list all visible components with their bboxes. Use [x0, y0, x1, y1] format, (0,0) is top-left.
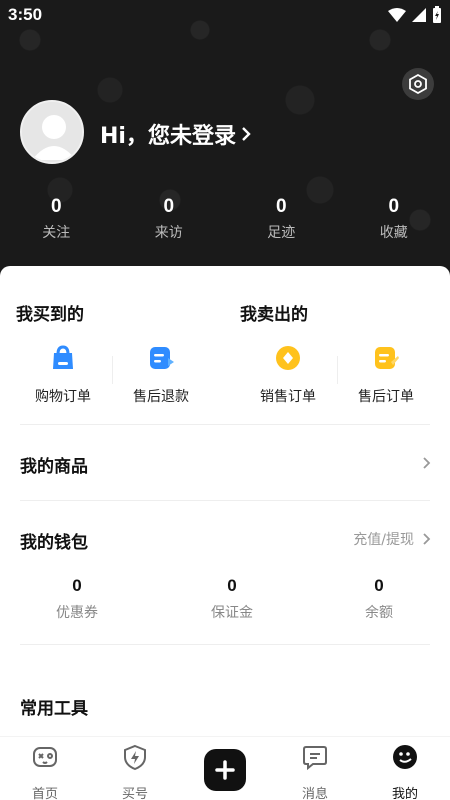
stat-favorites[interactable]: 0 收藏	[338, 196, 450, 242]
shield-bolt-icon	[124, 744, 146, 771]
after-sale-orders-label: 售后订单	[358, 389, 414, 405]
login-prompt[interactable]: Hi，您未登录	[100, 118, 252, 150]
chevron-right-icon	[423, 457, 431, 469]
trade-items: 购物订单 售后退款 销售订单 售后订单	[0, 344, 450, 414]
nav-label: 买号	[121, 787, 148, 800]
chevron-right-icon	[242, 127, 251, 141]
shopping-orders-button[interactable]: 购物订单	[13, 344, 113, 406]
refund-button[interactable]: 售后退款	[111, 344, 211, 406]
balance-stat[interactable]: 0 余额	[329, 576, 429, 622]
sales-orders-button[interactable]: 销售订单	[238, 344, 338, 406]
my-goods-title: 我的商品	[20, 457, 88, 477]
stat-footprints[interactable]: 0 足迹	[225, 196, 338, 242]
main-card: 我买到的 我卖出的 购物订单 售后退款 销售订单 售后订单 我的商品 我的钱包 …	[0, 266, 450, 736]
stat-value: 0	[388, 196, 400, 217]
smile-face-icon	[393, 745, 417, 769]
profile-header: 3:50 Hi，您未登录 0 关注 0 来访 0 足迹 0 收藏	[0, 0, 450, 290]
deposit-stat[interactable]: 0 保证金	[182, 576, 282, 622]
shopping-bag-icon	[53, 345, 73, 369]
stat-label: 收藏	[379, 225, 408, 241]
chevron-right-icon	[423, 533, 431, 545]
coupons-value: 0	[72, 576, 82, 595]
stat-label: 足迹	[267, 225, 296, 241]
plus-icon	[215, 760, 235, 780]
tools-title: 常用工具	[20, 699, 88, 719]
shopping-orders-label: 购物订单	[35, 389, 91, 405]
divider	[20, 424, 430, 425]
coupons-stat[interactable]: 0 优惠券	[27, 576, 127, 622]
bought-title: 我买到的	[16, 305, 84, 325]
chat-icon	[303, 746, 327, 771]
settings-icon	[409, 74, 427, 94]
after-sale-doc-icon	[375, 347, 399, 369]
refund-doc-icon	[150, 347, 174, 369]
nav-messages[interactable]: 消息	[275, 743, 355, 800]
profile-stats: 0 关注 0 来访 0 足迹 0 收藏	[0, 196, 450, 242]
status-bar: 3:50	[0, 0, 450, 32]
login-prompt-label: Hi，您未登录	[100, 124, 236, 149]
wallet-title: 我的钱包	[20, 533, 88, 553]
stat-value: 0	[50, 196, 62, 217]
recharge-withdraw-label: 充值/提现	[353, 532, 414, 548]
balance-value: 0	[374, 576, 384, 595]
status-icons	[388, 6, 442, 24]
default-avatar-icon	[22, 102, 82, 162]
settings-button[interactable]	[402, 68, 434, 100]
coin-icon	[276, 346, 300, 370]
stat-visitors[interactable]: 0 来访	[113, 196, 226, 242]
publish-button[interactable]	[204, 749, 246, 791]
nav-label: 消息	[301, 787, 328, 800]
status-time: 3:50	[8, 5, 43, 24]
stat-value: 0	[163, 196, 175, 217]
nav-home[interactable]: 首页	[5, 743, 85, 800]
deposit-value: 0	[227, 576, 237, 595]
game-controller-icon	[33, 747, 57, 767]
signal-icon	[412, 8, 426, 22]
stat-label: 关注	[42, 225, 71, 241]
refund-label: 售后退款	[133, 389, 189, 405]
stat-following[interactable]: 0 关注	[0, 196, 113, 242]
divider	[20, 644, 430, 645]
avatar[interactable]	[20, 100, 84, 164]
my-goods-row[interactable]: 我的商品	[0, 436, 450, 492]
stat-label: 来访	[154, 225, 183, 241]
recharge-withdraw-link[interactable]: 充值/提现	[353, 529, 432, 549]
nav-label: 我的	[391, 787, 418, 800]
nav-label: 首页	[31, 787, 58, 800]
sold-title: 我卖出的	[240, 305, 308, 325]
divider	[20, 500, 430, 501]
nav-mine[interactable]: 我的	[365, 743, 445, 800]
sales-orders-label: 销售订单	[260, 389, 316, 405]
wifi-icon	[388, 8, 406, 22]
stat-value: 0	[275, 196, 287, 217]
nav-buy[interactable]: 买号	[95, 743, 175, 800]
bottom-nav: 首页 买号 消息 我的	[0, 736, 450, 800]
deposit-label: 保证金	[211, 605, 253, 621]
battery-icon	[433, 6, 441, 23]
coupons-label: 优惠券	[56, 605, 98, 621]
balance-label: 余额	[365, 605, 393, 621]
after-sale-orders-button[interactable]: 售后订单	[336, 344, 436, 406]
